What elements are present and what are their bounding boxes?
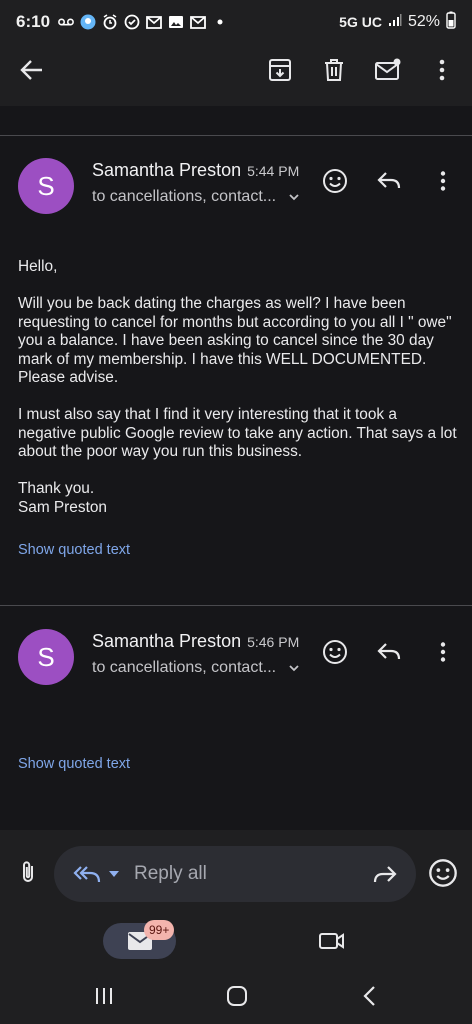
reply-bar: Reply all <box>0 830 472 914</box>
chevron-down-icon[interactable] <box>288 191 300 203</box>
body-paragraph: Hello, <box>18 258 58 275</box>
network-label: 5G UC <box>339 14 382 30</box>
mark-unread-icon[interactable] <box>374 54 402 86</box>
recipients-text: to cancellations, contact... <box>92 188 277 205</box>
body-signature: Thank you. Sam Preston <box>18 480 107 516</box>
sync-icon <box>124 14 140 30</box>
sender-name: Samantha Preston <box>92 631 242 651</box>
add-reaction-icon[interactable] <box>320 166 350 196</box>
voicemail-icon <box>58 14 74 30</box>
message-header[interactable]: S Samantha Preston 5:46 PM to cancellatio… <box>0 629 472 699</box>
recipients-row[interactable]: to cancellations, contact... <box>92 188 300 206</box>
status-bar: 6:10 5G UC 52% <box>0 0 472 44</box>
app-icon <box>80 14 96 30</box>
battery-icon <box>446 11 456 34</box>
dot-icon <box>212 14 228 30</box>
gmail-icon <box>190 14 206 30</box>
home-icon[interactable] <box>223 982 251 1010</box>
message-actions <box>320 637 458 667</box>
recipients-row[interactable]: to cancellations, contact... <box>92 659 300 677</box>
reply-icon[interactable] <box>374 637 404 667</box>
divider <box>0 135 472 136</box>
battery-label: 52% <box>407 13 440 30</box>
bottom-navigation: 99+ <box>0 914 472 968</box>
gmail-icon <box>146 14 162 30</box>
photos-icon <box>168 14 184 30</box>
notification-icons <box>58 14 228 30</box>
add-reaction-icon[interactable] <box>320 637 350 667</box>
reply-all-icon[interactable] <box>72 862 102 886</box>
forward-icon[interactable] <box>372 862 398 886</box>
status-time: 6:10 <box>16 12 51 31</box>
archive-icon[interactable] <box>266 54 294 86</box>
more-vert-icon[interactable] <box>428 637 458 667</box>
sender-name-row: Samantha Preston 5:46 PM <box>92 631 299 652</box>
caret-down-icon[interactable] <box>108 869 120 879</box>
divider <box>0 605 472 606</box>
recent-apps-icon[interactable] <box>90 982 118 1010</box>
unread-badge: 99+ <box>144 920 175 940</box>
show-quoted-text-link[interactable]: Show quoted text <box>18 542 130 558</box>
more-vert-icon[interactable] <box>428 166 458 196</box>
status-right: 5G UC 52% <box>339 11 456 34</box>
message-toolbar <box>0 44 472 106</box>
message-actions <box>320 166 458 196</box>
attachment-icon[interactable] <box>16 860 40 886</box>
toolbar-actions <box>266 54 456 86</box>
message-time: 5:44 PM <box>247 163 300 179</box>
alarm-icon <box>102 14 118 30</box>
reply-all-field[interactable]: Reply all <box>54 846 416 902</box>
avatar[interactable]: S <box>18 158 74 214</box>
recipients-text: to cancellations, contact... <box>92 659 277 676</box>
more-vert-icon[interactable] <box>428 54 456 86</box>
meet-tab[interactable] <box>318 928 346 954</box>
delete-icon[interactable] <box>320 54 348 86</box>
avatar[interactable]: S <box>18 629 74 685</box>
back-arrow-icon[interactable] <box>16 54 48 86</box>
reply-icon[interactable] <box>374 166 404 196</box>
back-icon[interactable] <box>356 982 384 1010</box>
show-quoted-text-link[interactable]: Show quoted text <box>18 756 130 772</box>
chevron-down-icon[interactable] <box>288 662 300 674</box>
message-time: 5:46 PM <box>247 634 300 650</box>
sender-name: Samantha Preston <box>92 160 242 180</box>
system-navigation <box>0 968 472 1024</box>
body-paragraph: I must also say that I find it very inte… <box>18 406 457 460</box>
video-camera-icon <box>319 933 344 949</box>
message-body: Hello, Will you be back dating the charg… <box>18 258 458 536</box>
sender-name-row: Samantha Preston 5:44 PM <box>92 160 299 181</box>
message-header[interactable]: S Samantha Preston 5:44 PM to cancellatio… <box>0 158 472 228</box>
reply-all-label: Reply all <box>134 863 207 884</box>
signal-icon <box>388 13 402 32</box>
body-paragraph: Will you be back dating the charges as w… <box>18 295 452 386</box>
emoji-icon[interactable] <box>428 858 458 888</box>
